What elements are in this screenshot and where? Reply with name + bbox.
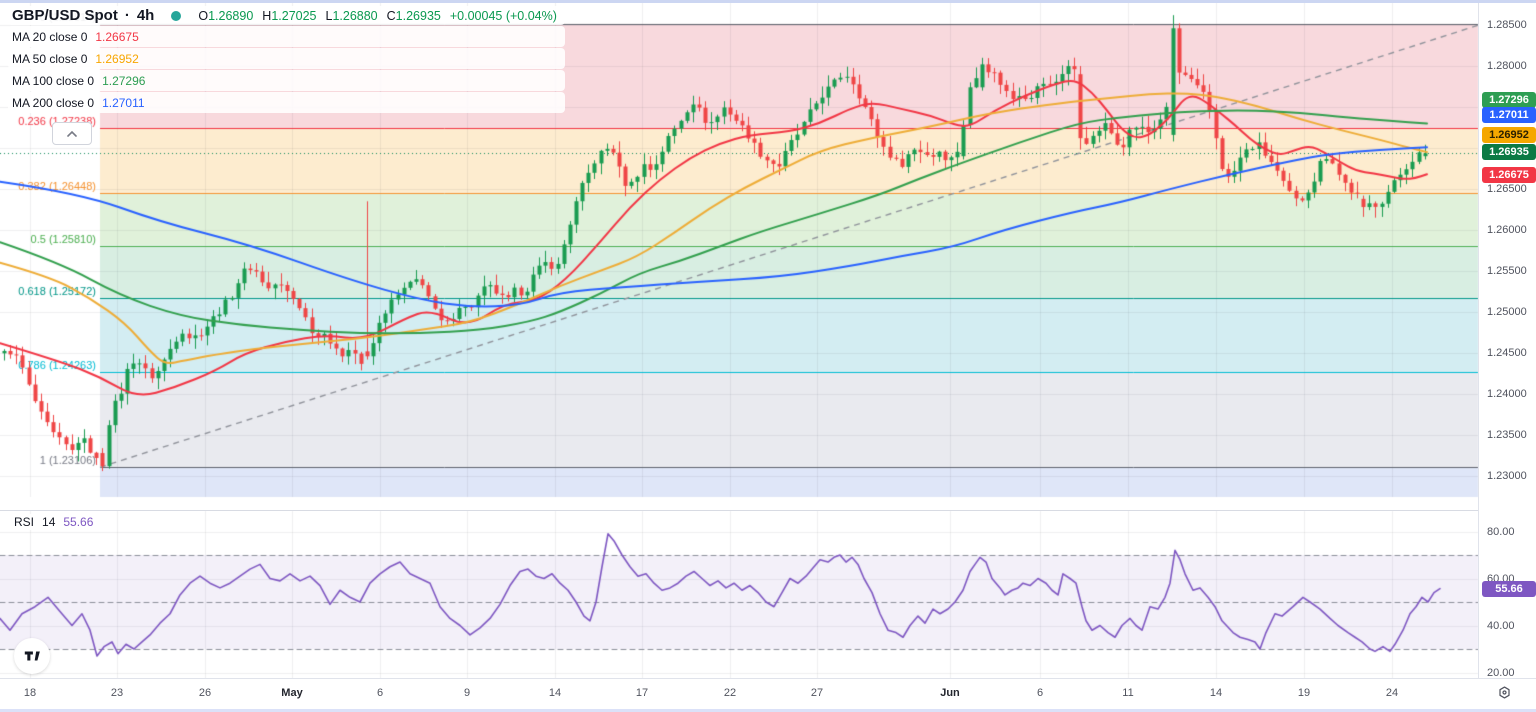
rsi-badge: 55.66 <box>1482 581 1536 597</box>
ma50-value: 1.26952 <box>95 52 138 66</box>
legend-collapse-button[interactable] <box>52 122 92 145</box>
time-tick-label: 9 <box>464 687 470 699</box>
market-status-dot-icon[interactable] <box>171 11 181 21</box>
legend-row-ma20[interactable]: MA 20 close 0 1.26675 <box>8 26 565 47</box>
price-badge: 1.27011 <box>1482 107 1536 123</box>
price-badge: 1.26935 <box>1482 144 1536 160</box>
axis-tick-label: 1.26500 <box>1487 183 1527 195</box>
time-tick-label: 27 <box>811 687 823 699</box>
axis-tick-label: 1.24500 <box>1487 347 1527 359</box>
axis-tick-label: 80.00 <box>1487 526 1515 538</box>
time-tick-label: May <box>281 687 302 699</box>
tradingview-logo-icon <box>23 647 41 665</box>
interval-label[interactable]: 4h <box>137 7 155 24</box>
top-accent-strip <box>0 0 1536 3</box>
rsi-value: 55.66 <box>63 515 93 529</box>
ma100-value: 1.27296 <box>102 74 145 88</box>
axis-tick-label: 20.00 <box>1487 667 1515 679</box>
axis-tick-label: 1.25500 <box>1487 265 1527 277</box>
axis-tick-label: 40.00 <box>1487 620 1515 632</box>
price-axis[interactable]: 1.28500 1.28000 1.26500 1.26000 1.25500 1.250… <box>1478 0 1536 678</box>
time-tick-label: 24 <box>1386 687 1398 699</box>
rsi-name: RSI <box>14 515 34 529</box>
time-tick-label: 23 <box>111 687 123 699</box>
price-badge: 1.27296 <box>1482 92 1536 108</box>
time-tick-label: 18 <box>24 687 36 699</box>
chevron-up-icon <box>67 131 77 137</box>
time-tick-label: 17 <box>636 687 648 699</box>
axis-tick-label: 1.25000 <box>1487 306 1527 318</box>
time-tick-label: 14 <box>549 687 561 699</box>
tradingview-logo[interactable] <box>14 638 50 674</box>
legend-row-ma200[interactable]: MA 200 close 0 1.27011 <box>8 92 565 113</box>
pane-divider[interactable] <box>0 510 1536 511</box>
title-separator: · <box>125 7 130 24</box>
symbol-title-row[interactable]: GBP/USD Spot · 4h O1.26890 H1.27025 L1.2… <box>8 6 565 25</box>
ma200-value: 1.27011 <box>102 96 145 110</box>
price-change: +0.00045 (+0.04%) <box>450 9 557 23</box>
rsi-period: 14 <box>42 515 55 529</box>
axis-tick-label: 1.28000 <box>1487 60 1527 72</box>
time-tick-label: 6 <box>1037 687 1043 699</box>
time-tick-label: 22 <box>724 687 736 699</box>
tradingview-chart-widget: GBP/USD Spot · 4h O1.26890 H1.27025 L1.2… <box>0 0 1536 712</box>
axis-tick-label: 1.23500 <box>1487 429 1527 441</box>
chart-legend: GBP/USD Spot · 4h O1.26890 H1.27025 L1.2… <box>8 6 565 114</box>
scale-settings-icon[interactable] <box>1494 682 1514 702</box>
time-tick-label: 19 <box>1298 687 1310 699</box>
axis-tick-label: 1.23000 <box>1487 470 1527 482</box>
ohlc-values: O1.26890 H1.27025 L1.26880 C1.26935 +0.0… <box>198 9 557 23</box>
time-axis[interactable]: 18 23 26 May 6 9 14 17 22 27 Jun 6 11 14 19 24 <box>0 678 1536 712</box>
price-badge: 1.26675 <box>1482 167 1536 183</box>
price-badge: 1.26952 <box>1482 127 1536 143</box>
rsi-legend-row[interactable]: RSI 14 55.66 <box>10 514 101 530</box>
time-tick-label: 26 <box>199 687 211 699</box>
legend-row-ma50[interactable]: MA 50 close 0 1.26952 <box>8 48 565 69</box>
time-tick-label: Jun <box>940 687 960 699</box>
axis-tick-label: 1.28500 <box>1487 19 1527 31</box>
legend-row-ma100[interactable]: MA 100 close 0 1.27296 <box>8 70 565 91</box>
axis-tick-label: 1.24000 <box>1487 388 1527 400</box>
ma20-value: 1.26675 <box>95 30 138 44</box>
symbol-name: GBP/USD Spot <box>12 7 118 24</box>
time-tick-label: 6 <box>377 687 383 699</box>
time-tick-label: 11 <box>1122 687 1133 699</box>
time-tick-label: 14 <box>1210 687 1222 699</box>
axis-tick-label: 1.26000 <box>1487 224 1527 236</box>
